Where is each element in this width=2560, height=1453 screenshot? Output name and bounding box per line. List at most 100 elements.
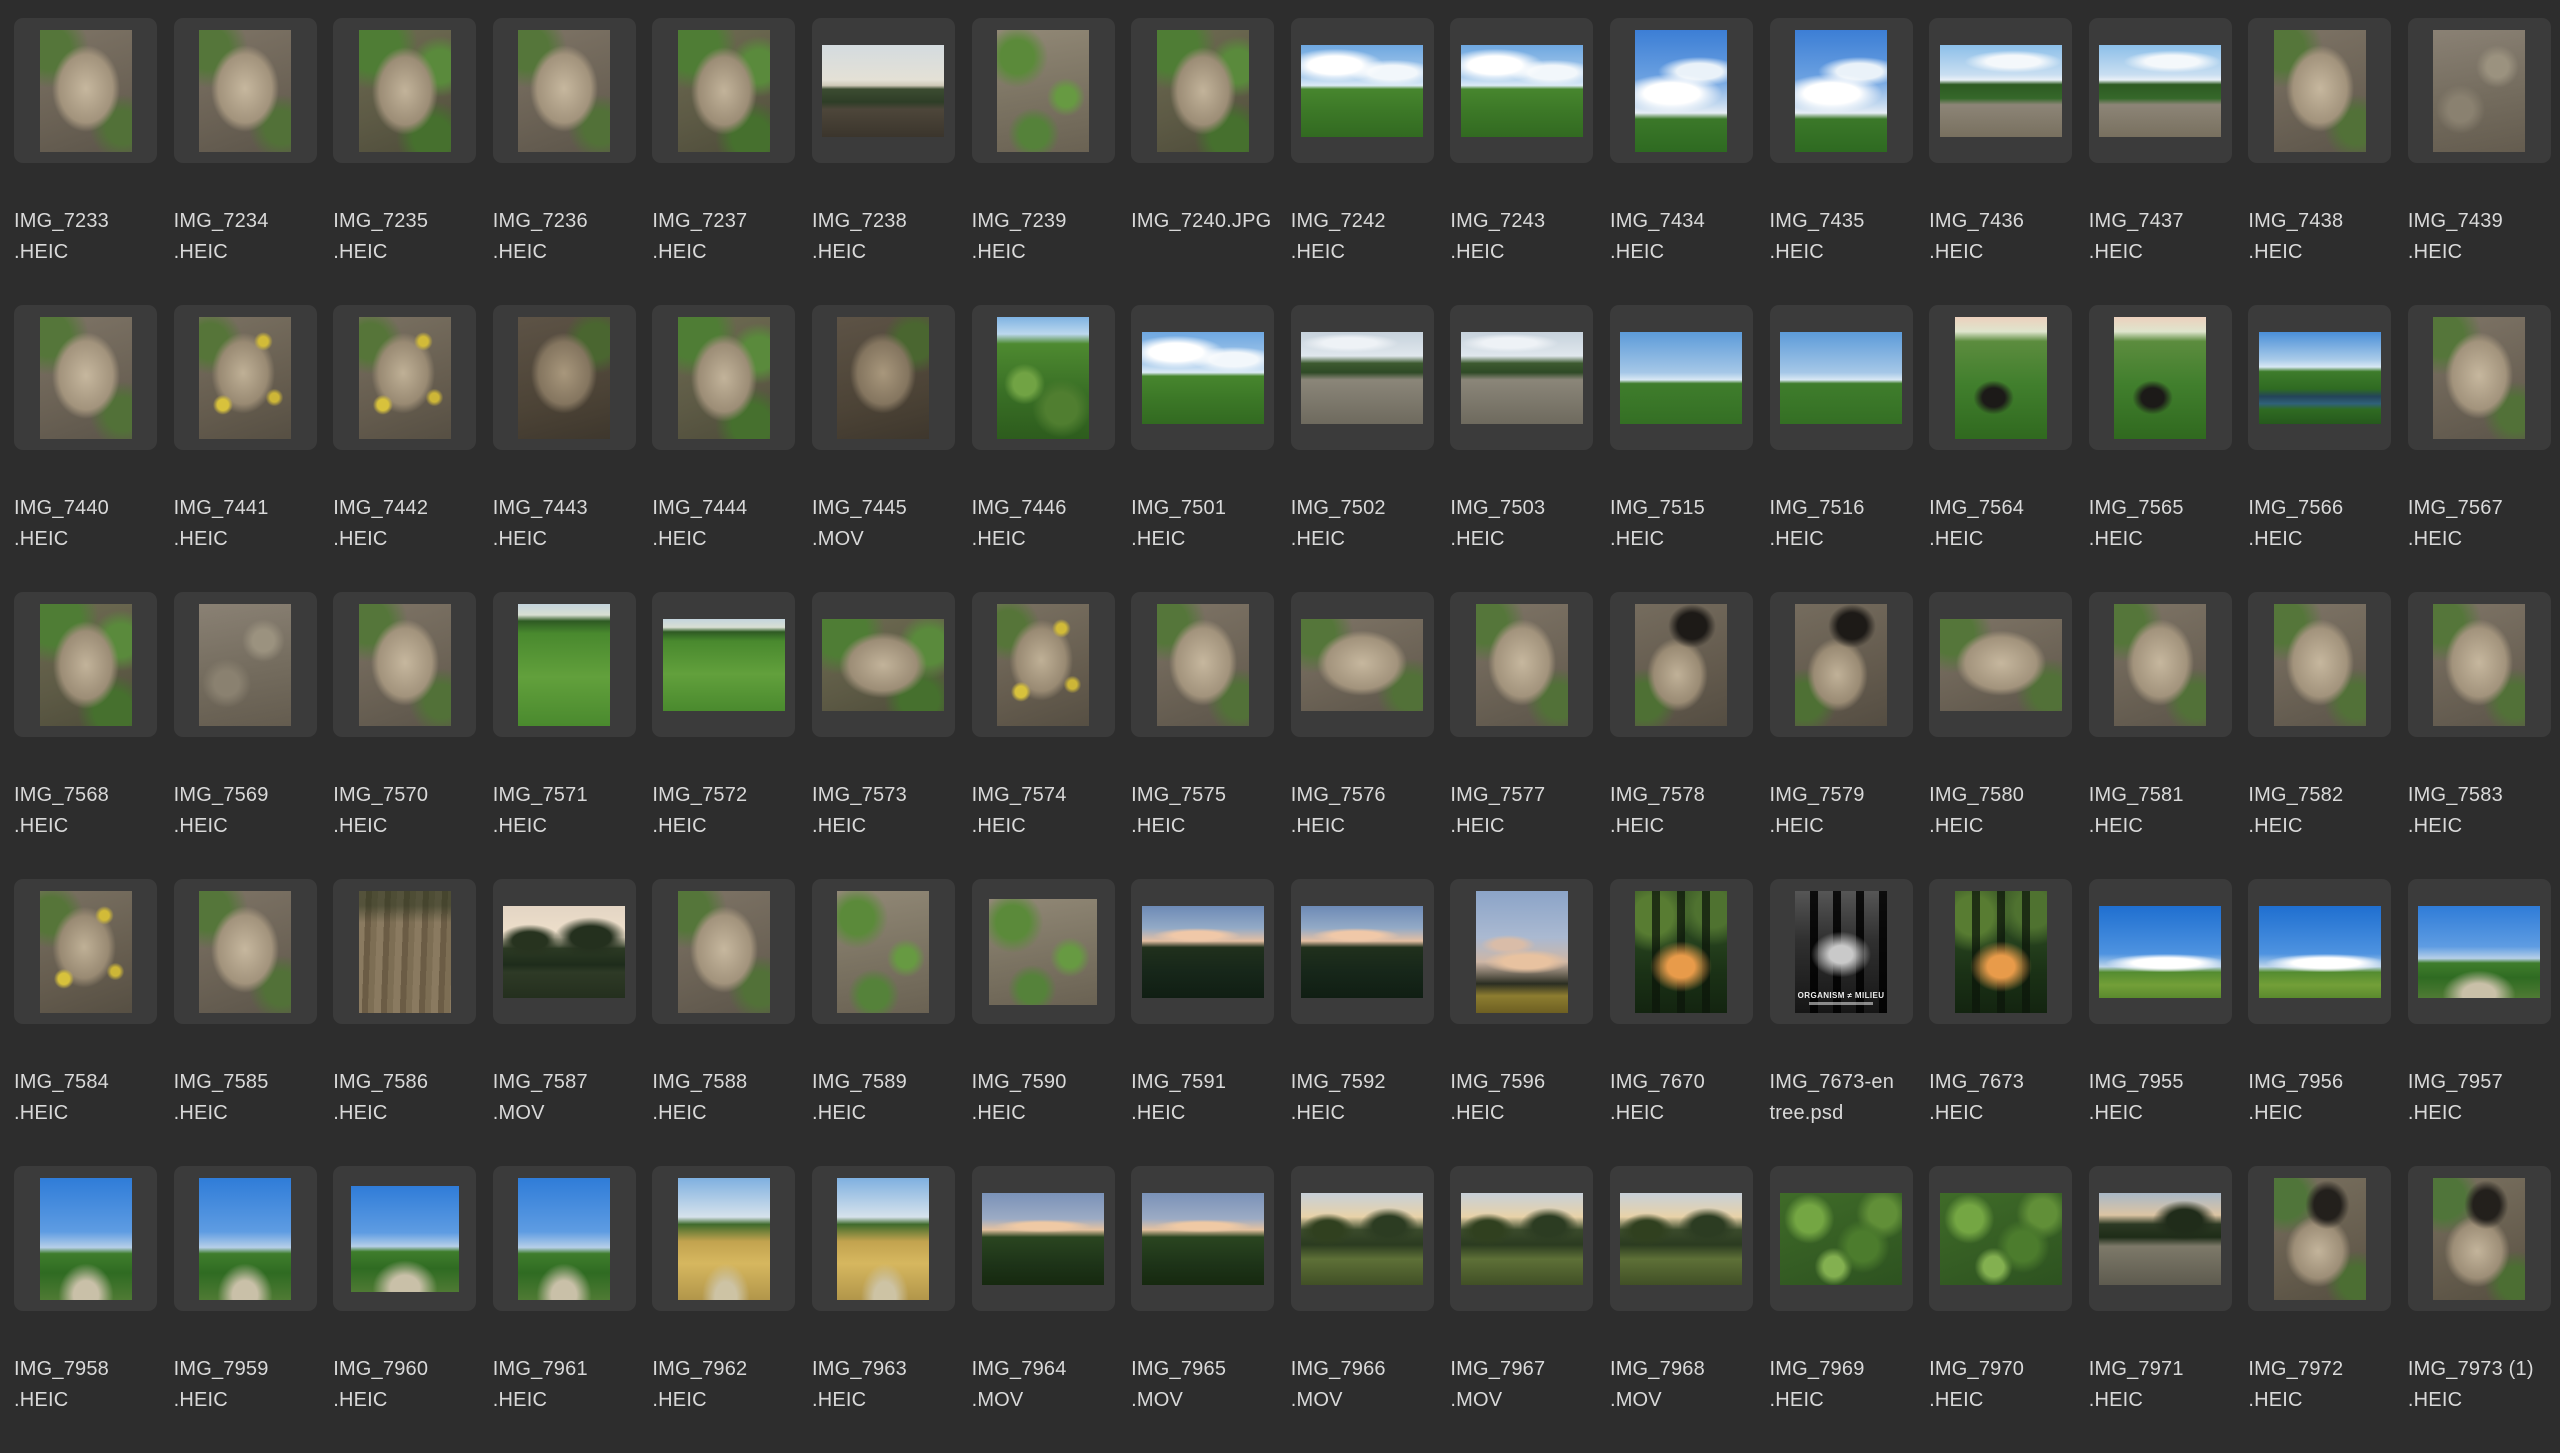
file-item[interactable]: IMG_7571.HEIC xyxy=(493,592,653,879)
file-thumbnail[interactable] xyxy=(1461,45,1583,137)
file-thumbnail[interactable] xyxy=(1620,332,1742,424)
file-item[interactable]: IMG_7968.MOV xyxy=(1610,1166,1770,1453)
file-item[interactable]: IMG_7445.MOV xyxy=(812,305,972,592)
file-thumbnail[interactable] xyxy=(837,891,929,1013)
file-item[interactable]: IMG_7438.HEIC xyxy=(2248,18,2408,305)
file-thumbnail[interactable] xyxy=(199,604,291,726)
file-thumbnail[interactable] xyxy=(822,619,944,711)
file-thumbnail[interactable] xyxy=(518,604,610,726)
file-thumbnail[interactable] xyxy=(1940,1193,2062,1285)
file-item[interactable]: IMG_7576.HEIC xyxy=(1291,592,1451,879)
file-item[interactable]: IMG_7239.HEIC xyxy=(972,18,1132,305)
file-item[interactable]: IMG_7565.HEIC xyxy=(2089,305,2249,592)
file-item[interactable]: IMG_7516.HEIC xyxy=(1770,305,1930,592)
file-thumbnail[interactable] xyxy=(359,30,451,152)
file-thumbnail[interactable] xyxy=(678,30,770,152)
file-item[interactable]: IMG_7964.MOV xyxy=(972,1166,1132,1453)
file-thumbnail[interactable] xyxy=(1476,604,1568,726)
file-thumbnail[interactable] xyxy=(1940,45,2062,137)
file-item[interactable]: IMG_7586.HEIC xyxy=(333,879,493,1166)
file-item[interactable]: IMG_7240.JPG xyxy=(1131,18,1291,305)
file-thumbnail[interactable] xyxy=(1461,332,1583,424)
file-thumbnail[interactable] xyxy=(2274,604,2366,726)
file-item[interactable]: IMG_7962.HEIC xyxy=(652,1166,812,1453)
file-item[interactable]: IMG_7973 (1).HEIC xyxy=(2408,1166,2560,1453)
file-thumbnail[interactable] xyxy=(822,45,944,137)
file-thumbnail[interactable] xyxy=(2433,317,2525,439)
file-item[interactable]: IMG_7585.HEIC xyxy=(174,879,334,1166)
file-thumbnail[interactable] xyxy=(837,317,929,439)
file-thumbnail[interactable] xyxy=(518,1178,610,1300)
file-item[interactable]: IMG_7966.MOV xyxy=(1291,1166,1451,1453)
file-item[interactable]: IMG_7439.HEIC xyxy=(2408,18,2560,305)
file-thumbnail[interactable] xyxy=(1955,317,2047,439)
file-item[interactable]: IMG_7965.MOV xyxy=(1131,1166,1291,1453)
file-item[interactable]: IMG_7567.HEIC xyxy=(2408,305,2560,592)
file-thumbnail[interactable] xyxy=(199,317,291,439)
file-thumbnail[interactable] xyxy=(1795,604,1887,726)
file-item[interactable]: IMG_7569.HEIC xyxy=(174,592,334,879)
file-thumbnail[interactable] xyxy=(1142,1193,1264,1285)
file-item[interactable]: IMG_7236.HEIC xyxy=(493,18,653,305)
file-item[interactable]: IMG_7233.HEIC xyxy=(14,18,174,305)
file-thumbnail[interactable] xyxy=(982,1193,1104,1285)
file-thumbnail[interactable] xyxy=(518,317,610,439)
file-thumbnail[interactable] xyxy=(2099,45,2221,137)
file-item[interactable]: IMG_7592.HEIC xyxy=(1291,879,1451,1166)
file-item[interactable]: IMG_7972.HEIC xyxy=(2248,1166,2408,1453)
file-thumbnail[interactable] xyxy=(678,317,770,439)
file-item[interactable]: IMG_7435.HEIC xyxy=(1770,18,1930,305)
file-item[interactable]: IMG_7958.HEIC xyxy=(14,1166,174,1453)
file-item[interactable]: IMG_7582.HEIC xyxy=(2248,592,2408,879)
file-thumbnail[interactable] xyxy=(2274,30,2366,152)
file-item[interactable]: IMG_7577.HEIC xyxy=(1450,592,1610,879)
file-item[interactable]: IMG_7961.HEIC xyxy=(493,1166,653,1453)
file-thumbnail[interactable] xyxy=(503,906,625,998)
file-thumbnail[interactable] xyxy=(199,30,291,152)
file-thumbnail[interactable] xyxy=(663,619,785,711)
file-thumbnail[interactable] xyxy=(40,1178,132,1300)
file-thumbnail[interactable] xyxy=(1955,891,2047,1013)
file-item[interactable]: IMG_7956.HEIC xyxy=(2248,879,2408,1166)
file-item[interactable]: IMG_7570.HEIC xyxy=(333,592,493,879)
file-item[interactable]: IMG_7515.HEIC xyxy=(1610,305,1770,592)
file-thumbnail[interactable] xyxy=(1780,1193,1902,1285)
file-thumbnail[interactable] xyxy=(1635,891,1727,1013)
file-thumbnail[interactable] xyxy=(2433,1178,2525,1300)
file-thumbnail[interactable] xyxy=(1301,45,1423,137)
file-item[interactable]: IMG_7243.HEIC xyxy=(1450,18,1610,305)
file-item[interactable]: IMG_7436.HEIC xyxy=(1929,18,2089,305)
file-thumbnail[interactable] xyxy=(2418,906,2540,998)
file-thumbnail[interactable] xyxy=(1157,604,1249,726)
file-item[interactable]: IMG_7673.HEIC xyxy=(1929,879,2089,1166)
file-item[interactable]: IMG_7568.HEIC xyxy=(14,592,174,879)
file-thumbnail[interactable] xyxy=(40,891,132,1013)
file-thumbnail[interactable] xyxy=(351,1186,459,1292)
file-item[interactable]: IMG_7578.HEIC xyxy=(1610,592,1770,879)
file-thumbnail[interactable] xyxy=(989,899,1097,1005)
file-item[interactable]: IMG_7446.HEIC xyxy=(972,305,1132,592)
file-thumbnail[interactable] xyxy=(1620,1193,1742,1285)
file-item[interactable]: IMG_7572.HEIC xyxy=(652,592,812,879)
file-item[interactable]: IMG_7963.HEIC xyxy=(812,1166,972,1453)
file-item[interactable]: IMG_7588.HEIC xyxy=(652,879,812,1166)
file-thumbnail[interactable]: ORGANISM ≠ MILIEU xyxy=(1795,891,1887,1013)
file-thumbnail[interactable] xyxy=(1635,30,1727,152)
file-item[interactable]: IMG_7574.HEIC xyxy=(972,592,1132,879)
file-item[interactable]: IMG_7237.HEIC xyxy=(652,18,812,305)
file-thumbnail[interactable] xyxy=(1301,332,1423,424)
file-thumbnail[interactable] xyxy=(2099,906,2221,998)
file-thumbnail[interactable] xyxy=(1142,332,1264,424)
file-thumbnail[interactable] xyxy=(997,30,1089,152)
file-item[interactable]: IMG_7957.HEIC xyxy=(2408,879,2560,1166)
file-item[interactable]: IMG_7441.HEIC xyxy=(174,305,334,592)
file-thumbnail[interactable] xyxy=(199,1178,291,1300)
file-thumbnail[interactable] xyxy=(1301,906,1423,998)
file-item[interactable]: IMG_7581.HEIC xyxy=(2089,592,2249,879)
file-thumbnail[interactable] xyxy=(1795,30,1887,152)
file-item[interactable]: IMG_7444.HEIC xyxy=(652,305,812,592)
file-item[interactable]: IMG_7503.HEIC xyxy=(1450,305,1610,592)
file-thumbnail[interactable] xyxy=(678,1178,770,1300)
file-item[interactable]: IMG_7589.HEIC xyxy=(812,879,972,1166)
file-item[interactable]: IMG_7440.HEIC xyxy=(14,305,174,592)
